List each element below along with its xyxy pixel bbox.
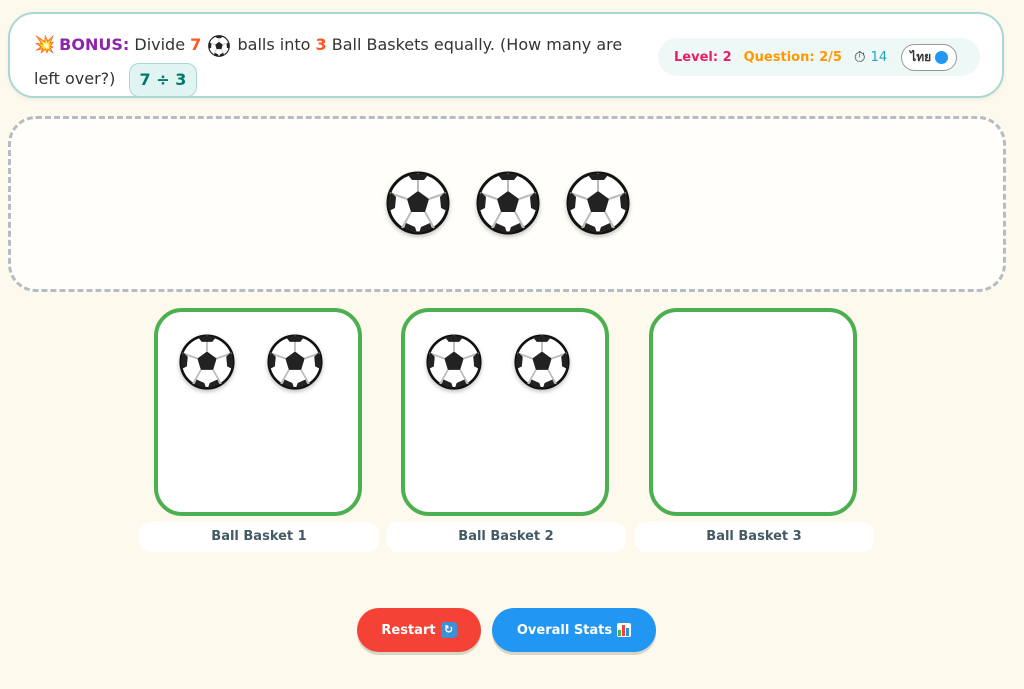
soccer-ball[interactable] <box>426 334 482 390</box>
soccer-ball[interactable] <box>179 334 235 390</box>
ball-pool[interactable] <box>8 116 1006 292</box>
ball-basket-2[interactable] <box>401 308 609 516</box>
bonus-label: BONUS: <box>59 35 130 54</box>
restart-button[interactable]: Restart ↻ <box>357 608 481 652</box>
ball-basket-1[interactable] <box>154 308 362 516</box>
timer-value: 14 <box>870 49 888 65</box>
question-part-1: Divide <box>134 35 186 54</box>
bar-chart-icon <box>617 623 632 637</box>
basket-1-balls <box>179 334 323 390</box>
status-bar: Level: 2 Question: 2/5 ⏱ 14 ไทย <box>658 38 980 76</box>
collision-icon: 💥 <box>34 35 56 55</box>
basket-label-1: Ball Basket 1 <box>139 522 379 552</box>
question-text: 💥 BONUS: Divide 7 balls into 3 Ball Baske… <box>34 28 634 97</box>
refresh-icon: ↻ <box>440 622 457 638</box>
ball-basket-3[interactable] <box>649 308 857 516</box>
division-expression: 7 ÷ 3 <box>128 62 198 97</box>
question-number-1: 7 <box>190 35 202 54</box>
soccer-ball[interactable] <box>566 171 630 235</box>
question-header: 💥 BONUS: Divide 7 balls into 3 Ball Baske… <box>8 12 1004 98</box>
basket-2-balls <box>426 334 570 390</box>
question-number-2: 3 <box>315 35 327 54</box>
language-toggle-button[interactable]: ไทย <box>901 43 958 71</box>
soccer-ball[interactable] <box>267 334 323 390</box>
soccer-ball[interactable] <box>514 334 570 390</box>
soccer-ball[interactable] <box>476 171 540 235</box>
soccer-ball-icon <box>208 35 230 57</box>
overall-stats-button[interactable]: Overall Stats <box>492 608 656 652</box>
pool-balls <box>386 171 630 235</box>
level-indicator: Level: 2 <box>674 49 732 65</box>
stopwatch-icon: ⏱ <box>853 48 866 66</box>
question-counter: Question: 2/5 <box>743 49 842 65</box>
basket-label-2: Ball Basket 2 <box>386 522 626 552</box>
language-label: ไทย <box>910 49 932 64</box>
overall-stats-label: Overall Stats <box>516 622 613 638</box>
globe-icon <box>935 50 949 64</box>
timer: ⏱ 14 <box>854 48 887 66</box>
soccer-ball[interactable] <box>386 171 450 235</box>
basket-label-3: Ball Basket 3 <box>634 522 874 552</box>
question-part-2: balls into <box>237 35 311 54</box>
restart-label: Restart <box>381 622 436 638</box>
